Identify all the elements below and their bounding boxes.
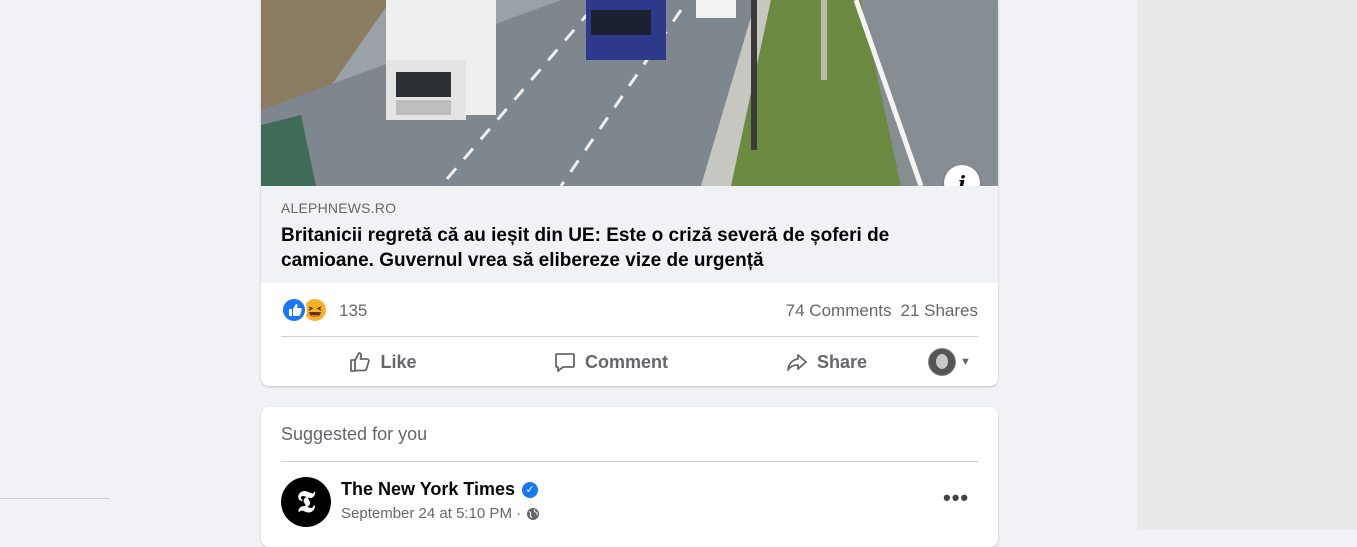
reaction-profile-selector[interactable]: ▼ [921,340,978,384]
share-button[interactable]: Share [737,340,915,384]
comment-label: Comment [584,351,668,372]
thumbs-up-icon [350,352,371,372]
caret-down-icon: ▼ [960,356,971,368]
more-options-button[interactable]: ••• [943,485,969,511]
comment-button[interactable]: Comment [484,340,737,384]
post-actions: Like Comment Share ▼ [281,340,978,384]
shares-count[interactable]: 21 Shares [901,301,979,320]
like-reaction-icon[interactable] [281,297,307,323]
action-divider [281,336,978,337]
post-stats: 135 74 Comments 21 Shares [281,296,978,326]
profile-avatar [928,348,957,376]
highway-trucks-photo [261,0,998,186]
share-label: Share [816,351,868,372]
left-sidebar-divider [0,498,110,499]
page-name[interactable]: The New York Times [341,479,515,500]
nyt-logo-avatar[interactable]: 𝕿 [281,477,331,527]
post-timestamp[interactable]: September 24 at 5:10 PM · [341,505,521,522]
like-label: Like [380,351,417,372]
verified-badge-icon: ✓ [522,481,539,498]
link-preview-image[interactable] [261,0,998,186]
suggested-label: Suggested for you [281,424,428,444]
reaction-count[interactable]: 135 [339,301,367,321]
share-arrow-icon [787,354,807,371]
globe-icon [527,507,540,520]
right-sidebar-panel [1137,0,1357,530]
suggested-post-card: Suggested for you 𝕿 The New York Times ✓… [261,407,998,547]
comment-share-counts: 74 Comments 21 Shares [777,301,978,321]
post-timestamp-row: September 24 at 5:10 PM · [341,505,540,522]
suggested-divider [281,461,978,462]
like-button[interactable]: Like [281,340,484,384]
link-preview-meta[interactable]: ALEPHNEWS.RO Britanicii regretă că au ie… [261,186,998,283]
comments-count[interactable]: 74 Comments [786,301,892,320]
page-name-row: The New York Times ✓ [341,479,539,500]
link-domain: ALEPHNEWS.RO [281,200,397,216]
link-title[interactable]: Britanicii regretă că au ieșit din UE: E… [281,223,961,273]
comment-bubble-icon [555,353,575,372]
feed-post-card: i ALEPHNEWS.RO Britanicii regretă că au … [261,0,998,386]
